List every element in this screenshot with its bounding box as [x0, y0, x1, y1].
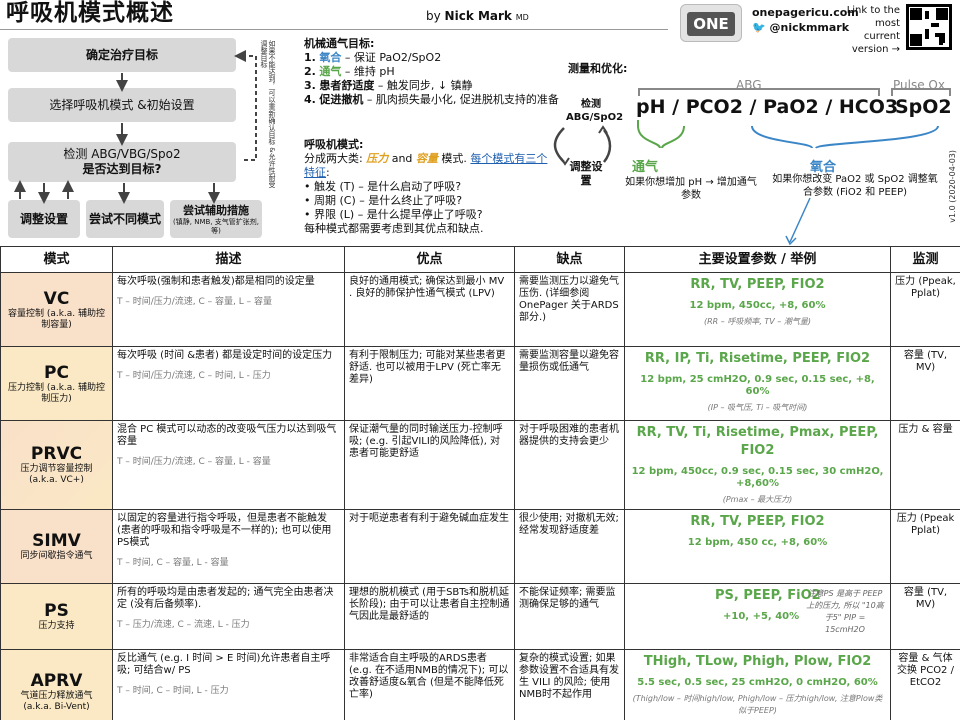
monitor-cell: 容量 & 气体交换 PCO2 / EtCO2	[890, 649, 960, 720]
goals-heading: 机械通气目标:	[304, 37, 375, 50]
modes-line1: 分成两大类: 压力 and 容量 模式. 每个模式有三个 特征:	[304, 152, 548, 179]
mode-cell: VC 容量控制 (a.k.a. 辅助控制容量)	[0, 272, 113, 347]
author-line: by Nick Mark MD	[426, 9, 529, 23]
desc-cell: 混合 PC 模式可以动态的改变吸气压力以达到吸气容量 T – 时间/压力/流速, …	[112, 420, 345, 510]
desc-cell: 每次呼吸 (时间 &患者) 都是设定时间的设定压力 T – 时间/压力/流速, C…	[112, 346, 345, 421]
col-header-params: 主要设置参数 / 举例	[624, 246, 891, 273]
monitor-cell: 压力 & 容量	[890, 420, 960, 510]
pros-cell: 理想的脱机模式 (用于SBTs和脱机延长阶段); 由于可以让患者自主控制通气因此…	[344, 583, 515, 650]
pros-cell: 保证潮气量的同时输送压力-控制呼吸; (e.g. 引起VILI的风险降低), 对…	[344, 420, 515, 510]
cons-cell: 不能保证频率; 需要监测确保足够的通气	[514, 583, 625, 650]
cons-cell: 需要监测容量以避免容量损伤或低通气	[514, 346, 625, 421]
cycle-arrows-icon	[553, 125, 612, 166]
table-row: SIMV 同步间歇指令通气 以固定的容量进行指令呼吸，但是患者不能触发 (患者的呼…	[0, 509, 960, 584]
mode-cell: SIMV 同步间歇指令通气	[0, 509, 113, 584]
onepager-logo[interactable]: ONE	[680, 4, 742, 42]
goal-item: 1. 氧合 – 保证 PaO2/SpO2	[304, 51, 442, 64]
table-row: PS 压力支持 所有的呼吸均是由患者发起的; 通气完全由患者决定 (没有后备频率)…	[0, 583, 960, 650]
abg-values: pH / PCO2 / PaO2 / HCO3	[636, 96, 899, 118]
cons-cell: 复杂的模式设置; 如果参数设置不合适具有发生 VILI 的风险; 使用NMB时不…	[514, 649, 625, 720]
table-row: PC 压力控制 (a.k.a. 辅助控制压力) 每次呼吸 (时间 &患者) 都是设…	[0, 346, 960, 421]
cons-cell: 需要监测压力以避免气压伤. (详细参阅 OnePager 关于ARDS部分.)	[514, 272, 625, 347]
cons-cell: 很少使用; 对撤机无效; 经常发现舒适度差	[514, 509, 625, 584]
col-header-mode: 模式	[0, 246, 113, 273]
monitor-cell: 压力 (Ppeak, Pplat)	[890, 272, 960, 347]
pros-cell: 有利于限制压力; 可能对某些患者更舒适. 也可以被用于LPV (死亡率无差异)	[344, 346, 515, 421]
params-cell: RR, IP, Ti, Risetime, PEEP, FIO2 12 bpm, …	[624, 346, 891, 421]
pulse-ox-bracket	[891, 88, 951, 96]
col-header-pros: 优点	[344, 246, 515, 273]
arrow-retry	[234, 50, 257, 161]
pros-cell: 良好的通用模式; 确保达到最小 MV . 良好的肺保护性通气模式 (LPV)	[344, 272, 515, 347]
params-cell: RR, TV, PEEP, FIO2 12 bpm, 450cc, +8, 60%…	[624, 272, 891, 347]
qr-code-icon[interactable]	[906, 4, 952, 50]
table-row: APRV 气道压力释放通气 (a.k.a. Bi-Vent) 反比通气 (e.g.…	[0, 649, 960, 720]
monitor-cell: 容量 (TV, MV)	[890, 346, 960, 421]
cons-cell: 对于呼吸困难的患者机器提供的支持会更少	[514, 420, 625, 510]
col-header-cons: 缺点	[514, 246, 625, 273]
pros-cell: 非常适合自主呼吸的ARDS患者 (e.g. 在不适用NMB的情况下); 可以改善…	[344, 649, 515, 720]
oxygenation-desc: 如果你想改变 PaO2 或 SpO2 调整氧合参数 (FiO2 和 PEEP)	[772, 174, 938, 198]
page-title: 呼吸机模式概述	[6, 0, 174, 26]
modes-trigger: • 触发 (T) – 是什么启动了呼吸?	[304, 180, 462, 193]
goal-item: 4. 促进撤机 – 肌肉损失最小化, 促进脱机支持的准备	[304, 93, 559, 106]
table-row: PRVC 压力调节容量控制 (a.k.a. VC+) 混合 PC 模式可以动态的改…	[0, 420, 960, 510]
spo2-value: SpO2	[895, 96, 952, 118]
site-info[interactable]: onepagericu.com 🐦 @nickmmark	[752, 5, 859, 35]
logo-text: ONE	[687, 12, 735, 36]
modes-cycle: • 周期 (C) – 是什么终止了呼吸?	[304, 194, 463, 207]
desc-cell: 每次呼吸(强制和患者触发)都是相同的设定量 T – 时间/压力/流速, C – 容…	[112, 272, 345, 347]
table-row: VC 容量控制 (a.k.a. 辅助控制容量) 每次呼吸(强制和患者触发)都是相同…	[0, 272, 960, 347]
twitter-handle[interactable]: 🐦 @nickmmark	[752, 20, 859, 35]
mode-cell: PS 压力支持	[0, 583, 113, 650]
goal-item: 2. 通气 – 维持 pH	[304, 65, 395, 78]
params-cell: RR, TV, Ti, Risetime, Pmax, PEEP, FIO2 12…	[624, 420, 891, 510]
goal-item: 3. 患者舒适度 – 触发同步, ↓ 镇静	[304, 79, 473, 92]
ventilation-desc: 如果你想增加 pH → 增加通气参数	[625, 177, 757, 201]
modes-heading: 呼吸机模式:	[304, 138, 364, 151]
author-suffix: MD	[515, 13, 529, 22]
measure-title: 测量和优化:	[568, 62, 628, 75]
mode-cell: PRVC 压力调节容量控制 (a.k.a. VC+)	[0, 420, 113, 510]
col-header-monitor: 监测	[890, 246, 960, 273]
version-label: v1.0 (2020-04-03)	[948, 150, 957, 223]
modes-footer: 每种模式都需要考虑到其优点和缺点.	[304, 222, 484, 235]
flow-arrows	[14, 50, 257, 204]
mode-cell: APRV 气道压力释放通气 (a.k.a. Bi-Vent)	[0, 649, 113, 720]
goals-section: 机械通气目标: 1. 氧合 – 保证 PaO2/SpO2 2. 通气 – 维持 …	[304, 37, 560, 107]
col-header-desc: 描述	[112, 246, 345, 273]
modes-intro: 呼吸机模式: 分成两大类: 压力 and 容量 模式. 每个模式有三个 特征: …	[304, 138, 554, 236]
params-cell: RR, TV, PEEP, FIO2 12 bpm, 450 cc, +8, 60…	[624, 509, 891, 584]
author-name: Nick Mark	[444, 9, 512, 23]
desc-cell: 反比通气 (e.g. I 时间 > E 时间)允许患者自主呼吸; 可结合w/ P…	[112, 649, 345, 720]
desc-cell: 以固定的容量进行指令呼吸，但是患者不能触发 (患者的呼吸和指令呼吸是不一样的);…	[112, 509, 345, 584]
table-header-row: 模式 描述 优点 缺点 主要设置参数 / 举例 监测	[0, 246, 960, 273]
ventilation-title: 通气	[632, 160, 659, 175]
author-prefix: by	[426, 9, 441, 23]
modes-limit: • 界限 (L) – 是什么提早停止了呼吸?	[304, 208, 483, 221]
pros-cell: 对于呃逆患者有利于避免碱血症发生	[344, 509, 515, 584]
params-cell: PS, PEEP, FiO2 +10, +5, 40% 注意PS 是高于 PEE…	[624, 583, 891, 650]
abg-bracket	[638, 88, 880, 96]
monitor-cell: 容量 (TV, MV)	[890, 583, 960, 650]
desc-cell: 所有的呼吸均是由患者发起的; 通气完全由患者决定 (没有后备频率). T – 压力…	[112, 583, 345, 650]
modes-table: 模式 描述 优点 缺点 主要设置参数 / 举例 监测 VC 容量控制 (a.k.a…	[0, 246, 960, 720]
mode-cell: PC 压力控制 (a.k.a. 辅助控制压力)	[0, 346, 113, 421]
params-cell: THigh, TLow, Phigh, Plow, FIO2 5.5 sec, 0…	[624, 649, 891, 720]
site-url[interactable]: onepagericu.com	[752, 5, 859, 20]
link-text[interactable]: Link to the most current version →	[846, 4, 900, 56]
monitor-cell: 压力 (Ppeak Pplat)	[890, 509, 960, 584]
